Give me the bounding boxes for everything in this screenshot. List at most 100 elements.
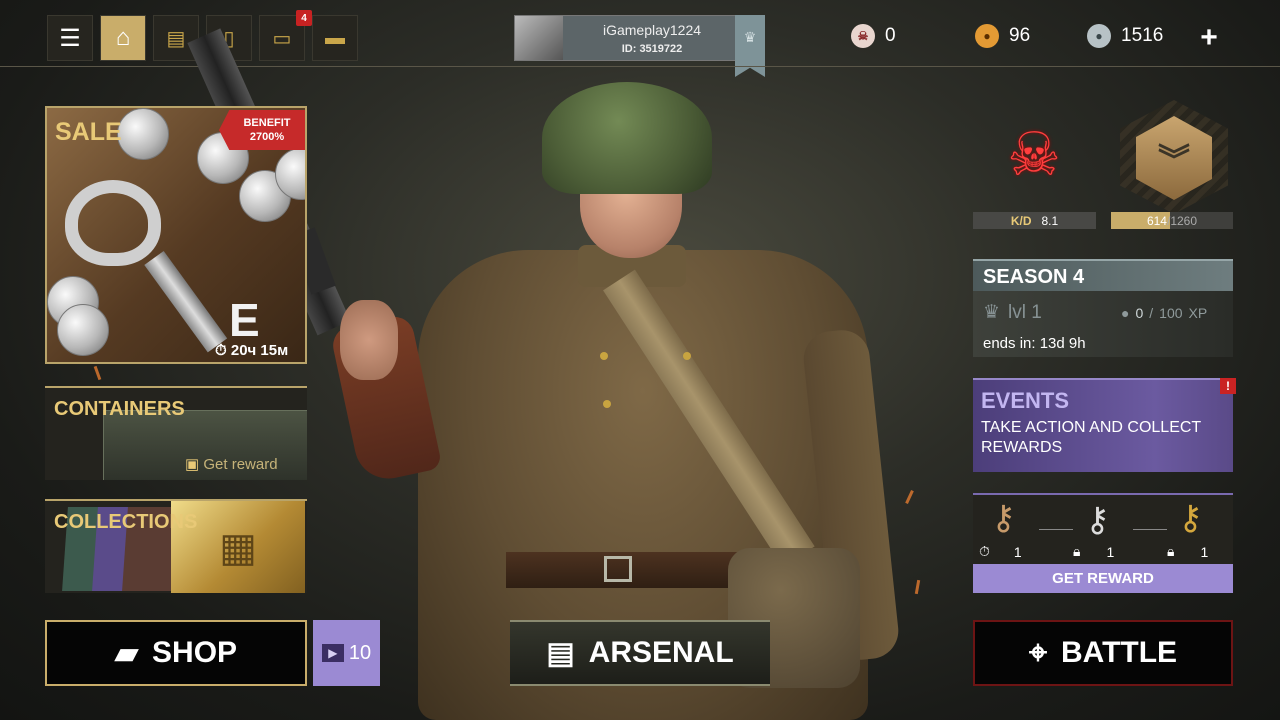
watch-ad-button[interactable]: ▶ 10 [313, 620, 380, 686]
key-ring [65, 180, 161, 266]
gold-key-icon: ⚷ [1178, 499, 1203, 537]
tunic-button [600, 352, 608, 360]
silver-amount: 1516 [1121, 25, 1164, 46]
key-divider [1039, 529, 1073, 530]
benefit-tag: BENEFIT 2700% [219, 110, 305, 150]
user-id: ID: 3519722 [621, 43, 683, 55]
rank-xp-bar: 614/1260 [1111, 212, 1233, 229]
tab-tickets[interactable]: ▬ [312, 15, 358, 61]
currency-silver: ● 1516 [1087, 24, 1163, 48]
events-description: TAKE ACTION AND COLLECT REWARDS [981, 419, 1201, 456]
lock-icon: 🔒︎ [1167, 543, 1175, 559]
ember-spark [93, 365, 102, 381]
season-xp-current: 0 [1135, 305, 1144, 321]
home-icon: ⌂ [115, 24, 131, 51]
rank-xp-text: 614/1260 [1111, 214, 1233, 228]
season-level-text: lvl 1 [1008, 301, 1042, 323]
containers-title: CONTAINERS [54, 398, 185, 420]
sale-timer-text: 20ч 15м [230, 342, 289, 359]
kd-label: K/D [1010, 213, 1032, 228]
season-xp-total: 100 [1159, 305, 1183, 321]
crosshair-icon: ⌖ [1028, 634, 1047, 670]
dogtag-avatar [515, 16, 563, 60]
season-xp: ● 0 / 100 XP [1121, 305, 1207, 321]
battle-button[interactable]: ⌖ BATTLE [973, 620, 1233, 686]
season-xp-unit: XP [1188, 305, 1208, 321]
gold-key-value: 1 [1200, 543, 1209, 560]
vest-icon: ▤ [546, 636, 575, 670]
emblem-icon: ▦ [219, 526, 257, 570]
season-xp-separator: / [1149, 305, 1154, 321]
ad-count: 10 [348, 641, 372, 664]
shop-button[interactable]: ▰ SHOP [45, 620, 307, 686]
sale-timer: ⏱ 20ч 15м [215, 342, 288, 359]
menu-button[interactable]: ☰ [47, 15, 93, 61]
tunic-button [603, 400, 611, 408]
season-title: SEASON 4 [973, 259, 1233, 291]
bronze-key-value: 1 [1013, 543, 1022, 560]
skull-token-icon: ☠ [851, 24, 875, 48]
wallet-icon: ▭ [272, 27, 292, 50]
stopwatch-icon: ⏱ [979, 543, 990, 559]
arsenal-label: ARSENAL [588, 636, 734, 669]
bronze-key-icon: ⚷ [991, 499, 1016, 537]
arsenal-button[interactable]: ▤ ARSENAL [510, 620, 770, 686]
key-letter: E [229, 294, 260, 346]
shop-label: SHOP [152, 636, 238, 669]
benefit-value: 2700% [249, 131, 285, 143]
kd-bar: K/D 8.1 [973, 212, 1096, 229]
laurel-crown-icon: ♛ [983, 302, 1001, 323]
ticket-icon: ▬ [325, 26, 345, 49]
get-reward-button[interactable]: GET REWARD [973, 564, 1233, 593]
rank-flag[interactable]: ♛ [735, 15, 765, 77]
red-skull-icon: ☠ [1007, 121, 1061, 188]
collections-title: COLLECTIONS [54, 511, 198, 533]
hamburger-menu-icon: ☰ [59, 24, 81, 52]
rank-xp-total: 1260 [1170, 214, 1198, 228]
containers-reward-label: Get reward [203, 456, 278, 473]
username: iGameplay1224 [602, 22, 702, 38]
rank-xp-current: 614 [1146, 214, 1167, 228]
tab-wallet[interactable]: ▭ 4 [259, 10, 312, 61]
currency-gold: ● 96 [975, 24, 1030, 48]
battle-label: BATTLE [1060, 636, 1178, 669]
events-panel[interactable]: EVENTS TAKE ACTION AND COLLECT REWARDS [973, 378, 1233, 472]
season-panel[interactable]: SEASON 4 ♛ lvl 1 ● 0 / 100 XP ends in: 1… [973, 259, 1233, 357]
kd-value: 8.1 [1041, 213, 1059, 228]
ember-spark [905, 490, 914, 504]
belt-buckle [604, 556, 632, 582]
soldier-helmet [542, 82, 712, 194]
bronze-key-count: ⏱ 1 [979, 543, 1022, 560]
player-profile[interactable]: iGameplay1224 ID: 3519722 [514, 15, 736, 61]
silver-key-value: 1 [1106, 543, 1115, 560]
silver-key-icon: ⚷ [1085, 501, 1110, 539]
benefit-label: BENEFIT [243, 117, 291, 129]
gold-coin-icon: ● [975, 24, 999, 48]
collections-panel[interactable]: ▦ COLLECTIONS [45, 499, 307, 593]
notification-badge: 4 [296, 10, 312, 26]
sale-panel[interactable]: E SALE BENEFIT 2700% ⏱ 20ч 15м [45, 106, 307, 364]
wallet-icon: ▰ [114, 636, 139, 670]
silver-coin-icon: ● [1087, 24, 1111, 48]
xp-token-icon: ● [1121, 305, 1130, 321]
currency-skull: ☠ 0 [851, 24, 896, 48]
key-divider [1133, 529, 1167, 530]
containers-reward: ▣ Get reward [185, 455, 278, 473]
key-shaft [144, 250, 228, 353]
vest-icon: ▤ [166, 27, 186, 50]
gold-key-count: 🔒︎ 1 [1167, 543, 1208, 560]
tab-home[interactable]: ⌂ [100, 15, 146, 61]
ember-spark [914, 579, 921, 595]
silver-coin [117, 108, 169, 160]
add-currency-button[interactable]: + [1186, 15, 1232, 61]
containers-panel[interactable]: CONTAINERS ▣ Get reward [45, 386, 307, 480]
season-ends-in: ends in: 13d 9h [983, 335, 1086, 352]
season-level: ♛ lvl 1 [983, 301, 1042, 324]
soldier-hand [340, 300, 398, 380]
events-title: EVENTS [981, 388, 1070, 413]
silver-coin [57, 304, 109, 356]
silver-key-count: 🔒︎ 1 [1073, 543, 1114, 560]
sale-title: SALE [55, 118, 122, 146]
gift-icon: ▣ [185, 456, 200, 473]
stopwatch-icon: ⏱ [215, 342, 227, 359]
